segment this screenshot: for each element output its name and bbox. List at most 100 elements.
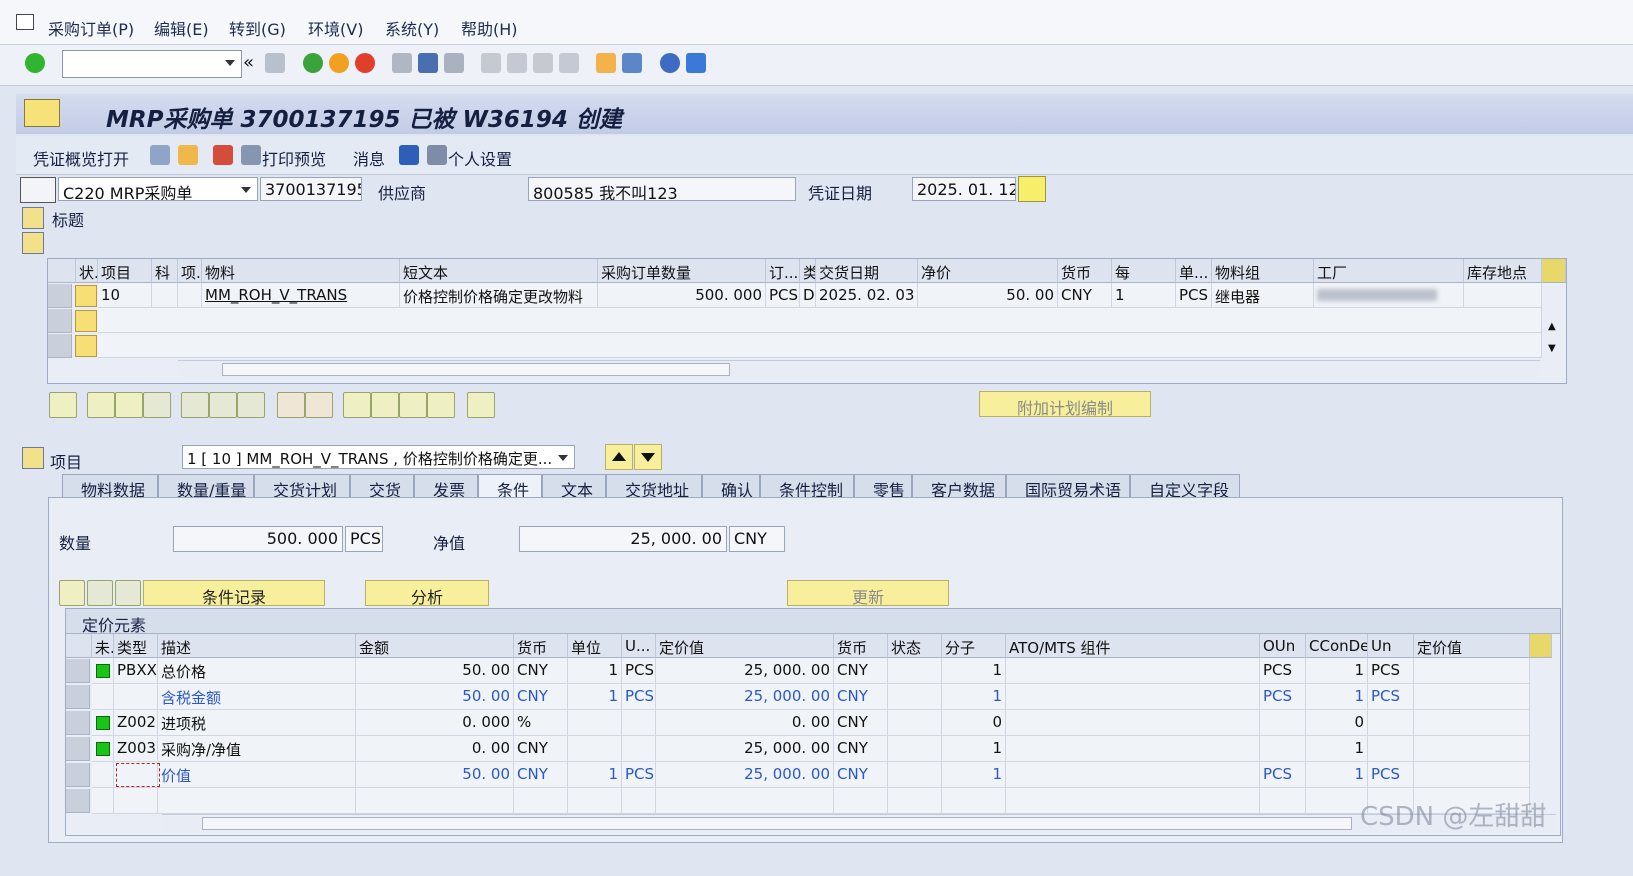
pricing-desc-cell[interactable]: 含税金额: [158, 684, 356, 710]
pricing-col-14[interactable]: CConDe: [1306, 634, 1368, 658]
tab-delivery-schedule[interactable]: 交货计划: [254, 474, 350, 500]
menu-purchase-order[interactable]: 采购订单(P): [48, 16, 134, 40]
pricing-empty-cell[interactable]: [1414, 684, 1530, 710]
condition-details-icon[interactable]: [59, 580, 85, 606]
next-item-button[interactable]: [634, 444, 662, 470]
net-currency-field[interactable]: CNY: [729, 526, 785, 552]
col-account[interactable]: 科: [152, 259, 178, 283]
copy-icon[interactable]: [277, 392, 305, 418]
pricing-vcur-cell[interactable]: CNY: [834, 684, 888, 710]
storage-location-cell[interactable]: [1464, 283, 1542, 308]
row-selector[interactable]: [66, 789, 90, 813]
pricing-empty-cell[interactable]: [1006, 684, 1260, 710]
pricing-un-cell[interactable]: PCS: [1368, 762, 1414, 788]
row-selector[interactable]: [48, 284, 72, 308]
currency-cell[interactable]: CNY: [1058, 283, 1112, 308]
cancel-icon[interactable]: [355, 53, 375, 73]
quantity-field[interactable]: 500. 000: [173, 526, 343, 552]
pricing-unit-cell[interactable]: 1: [568, 658, 622, 684]
pricing-ccon-cell[interactable]: 0: [1306, 710, 1368, 736]
print-preview-icon[interactable]: [241, 145, 261, 165]
table-icon[interactable]: [305, 392, 333, 418]
col-material-group[interactable]: 物料组: [1212, 259, 1314, 283]
analysis-button[interactable]: 分析: [365, 580, 489, 607]
personal-settings-icon[interactable]: [427, 145, 447, 165]
menu-edit[interactable]: 编辑(E): [154, 16, 209, 40]
pricing-empty-cell[interactable]: [888, 762, 942, 788]
pricing-type-cell[interactable]: Z002: [114, 710, 158, 736]
pricing-value-cell[interactable]: 25, 000. 00: [656, 684, 834, 710]
pricing-vcur-cell[interactable]: CNY: [834, 762, 888, 788]
save-icon[interactable]: [265, 53, 285, 73]
tab-custom-fields[interactable]: 自定义字段: [1130, 474, 1240, 500]
warning-icon[interactable]: [1018, 176, 1046, 202]
pricing-col-7[interactable]: U...: [622, 634, 656, 658]
pricing-vcur-cell[interactable]: CNY: [834, 710, 888, 736]
pricing-desc-cell[interactable]: 总价格: [158, 658, 356, 684]
pricing-empty-cell[interactable]: [888, 684, 942, 710]
quantity-cell[interactable]: 500. 000: [598, 283, 766, 308]
pricing-type-cell[interactable]: [114, 684, 158, 710]
row-selector[interactable]: [66, 659, 90, 683]
pricing-u-cell[interactable]: PCS: [622, 658, 656, 684]
net-value-field[interactable]: 25, 000. 00: [519, 526, 727, 552]
tab-confirmations[interactable]: 确认: [702, 474, 760, 500]
pricing-col-2[interactable]: 类型: [114, 634, 158, 658]
order-unit-cell[interactable]: PCS: [766, 283, 800, 308]
row-selector[interactable]: [66, 737, 90, 761]
pricing-col-13[interactable]: OUn: [1260, 634, 1306, 658]
scroll-thumb[interactable]: [202, 817, 1352, 830]
pricing-col-4[interactable]: 金额: [356, 634, 514, 658]
col-material[interactable]: 物料: [202, 259, 400, 283]
delete-condition-icon[interactable]: [115, 580, 141, 606]
pricing-oun-cell[interactable]: [1260, 736, 1306, 762]
messages-button[interactable]: 消息: [353, 146, 385, 170]
pricing-u-cell[interactable]: [622, 736, 656, 762]
pricing-ccon-cell[interactable]: 1: [1306, 762, 1368, 788]
pricing-un-cell[interactable]: [1368, 736, 1414, 762]
pricing-empty-cell[interactable]: [1006, 710, 1260, 736]
tab-condition-control[interactable]: 条件控制: [760, 474, 854, 500]
tab-invoice[interactable]: 发票: [414, 474, 478, 500]
pricing-amount-cell[interactable]: 50. 00: [356, 658, 514, 684]
info-icon[interactable]: [399, 145, 419, 165]
pricing-empty-cell[interactable]: [92, 788, 114, 814]
tab-delivery[interactable]: 交货: [350, 474, 414, 500]
pricing-u-cell[interactable]: [622, 710, 656, 736]
tab-material-data[interactable]: 物料数据: [62, 474, 158, 500]
pricing-empty-cell[interactable]: [568, 788, 622, 814]
pricing-empty-cell[interactable]: [888, 736, 942, 762]
enter-check-icon[interactable]: [25, 53, 45, 73]
command-field[interactable]: [62, 50, 242, 78]
exit-icon[interactable]: [329, 53, 349, 73]
update-button[interactable]: 更新: [787, 580, 949, 607]
tab-retail[interactable]: 零售: [854, 474, 912, 500]
pricing-cur-cell[interactable]: CNY: [514, 736, 568, 762]
sort-desc-icon[interactable]: [371, 392, 399, 418]
tab-quantity-weight[interactable]: 数量/重量: [158, 474, 254, 500]
header-expand-icon[interactable]: [22, 207, 44, 229]
row-status-box[interactable]: [75, 285, 97, 307]
collapse-icon[interactable]: «: [243, 52, 254, 73]
category-cell[interactable]: D: [800, 283, 816, 308]
pricing-col-5[interactable]: 货币: [514, 634, 568, 658]
quantity-unit-field[interactable]: PCS: [345, 526, 383, 552]
print-preview-button[interactable]: 打印预览: [262, 146, 326, 170]
pricing-desc-cell[interactable]: 采购净/净值: [158, 736, 356, 762]
pricing-cur-cell[interactable]: CNY: [514, 658, 568, 684]
pricing-col-6[interactable]: 单位: [568, 634, 622, 658]
status-cell[interactable]: [92, 736, 114, 762]
col-currency[interactable]: 货币: [1058, 259, 1112, 283]
pricing-u-cell[interactable]: PCS: [622, 684, 656, 710]
insert-item-icon[interactable]: [143, 392, 171, 418]
row-status-box[interactable]: [75, 335, 97, 357]
pricing-empty-cell[interactable]: [1414, 710, 1530, 736]
lock-icon[interactable]: [209, 392, 237, 418]
check-icon[interactable]: [213, 145, 233, 165]
pricing-unit-cell[interactable]: 1: [568, 684, 622, 710]
tab-texts[interactable]: 文本: [542, 474, 606, 500]
pricing-col-10[interactable]: 状态: [888, 634, 942, 658]
status-cell[interactable]: [92, 658, 114, 684]
item-number-cell[interactable]: 10: [98, 283, 152, 308]
pricing-col-12[interactable]: ATO/MTS 组件: [1006, 634, 1260, 658]
